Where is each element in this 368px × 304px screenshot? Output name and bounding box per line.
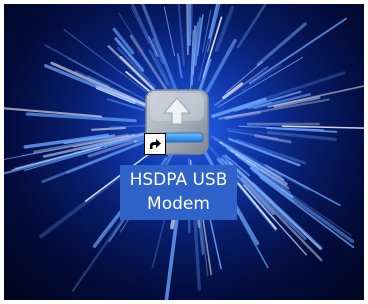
shortcut-label[interactable]: HSDPA USB Modem: [120, 165, 237, 220]
usb-modem-install-icon[interactable]: [144, 88, 210, 158]
desktop-shortcut-hsdpa-usb-modem[interactable]: HSDPA USB Modem: [114, 88, 240, 224]
shortcut-label-line2: Modem: [147, 194, 210, 214]
screenshot-frame: HSDPA USB Modem: [0, 0, 368, 304]
desktop[interactable]: HSDPA USB Modem: [4, 4, 364, 300]
shortcut-label-line1: HSDPA USB: [129, 170, 228, 190]
shortcut-arrow-icon: [144, 133, 166, 155]
